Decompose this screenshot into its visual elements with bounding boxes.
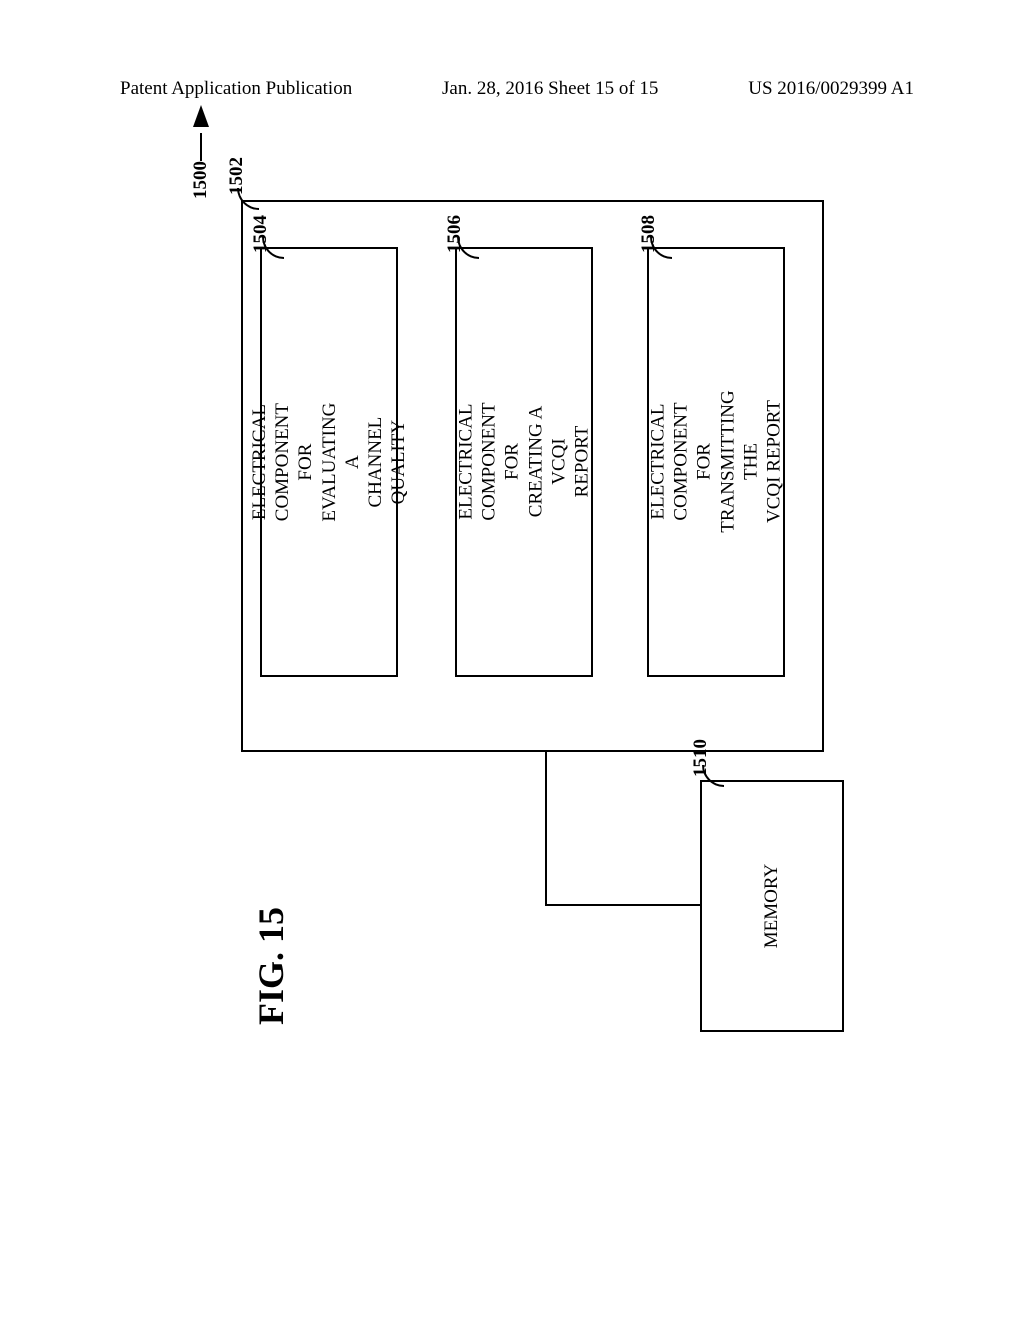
connector-line <box>545 904 702 906</box>
header-left: Patent Application Publication <box>120 78 352 100</box>
component-text-1508: ELECTRICAL COMPONENT FOR TRANSMITTING TH… <box>646 387 785 538</box>
component-text-1504: ELECTRICAL COMPONENT FOR EVALUATING A CH… <box>248 395 410 529</box>
ref-label-1504: 1504 <box>250 215 272 253</box>
header-right: US 2016/0029399 A1 <box>748 78 914 100</box>
system-ref-1500: 1500 <box>190 105 212 199</box>
page-header: Patent Application Publication Jan. 28, … <box>0 78 1024 100</box>
arrow-head-icon <box>193 105 209 127</box>
connector-line <box>545 750 547 906</box>
component-text-1506: ELECTRICAL COMPONENT FOR CREATING A VCQI… <box>454 395 593 529</box>
component-box-1508: ELECTRICAL COMPONENT FOR TRANSMITTING TH… <box>647 247 785 677</box>
arrow-line <box>200 133 202 161</box>
memory-text: MEMORY <box>761 864 783 948</box>
figure-caption: FIG. 15 <box>250 907 292 1025</box>
component-box-1506: ELECTRICAL COMPONENT FOR CREATING A VCQI… <box>455 247 593 677</box>
ref-label-1502: 1502 <box>226 157 248 195</box>
ref-label-1506: 1506 <box>444 215 466 253</box>
memory-box-1510: MEMORY <box>700 780 844 1032</box>
figure-15-diagram: 1500 1502 ELECTRICAL COMPONENT FOR EVALU… <box>182 185 824 1055</box>
header-center: Jan. 28, 2016 Sheet 15 of 15 <box>442 78 658 100</box>
component-box-1504: ELECTRICAL COMPONENT FOR EVALUATING A CH… <box>260 247 398 677</box>
system-ref-label: 1500 <box>190 161 212 199</box>
ref-label-1510: 1510 <box>690 739 712 777</box>
ref-label-1508: 1508 <box>638 215 660 253</box>
